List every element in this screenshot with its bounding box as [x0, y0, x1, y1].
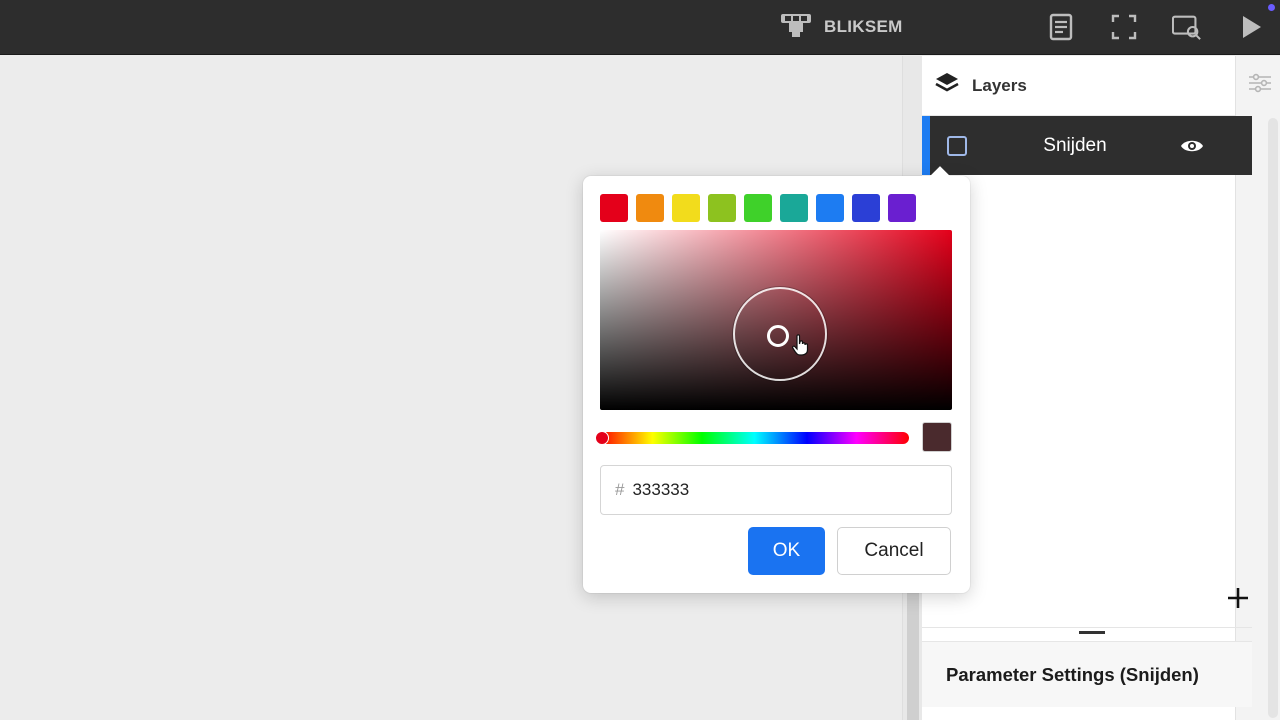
eye-icon[interactable] [1180, 137, 1204, 160]
filter-settings-icon[interactable] [1248, 72, 1272, 99]
hex-input[interactable] [632, 480, 933, 500]
top-toolbar: BLIKSEM [0, 0, 1280, 55]
preset-swatch-6[interactable] [780, 194, 808, 222]
layer-row-snijden[interactable]: Snijden [922, 116, 1252, 175]
brand-name: BLIKSEM [824, 17, 903, 36]
preset-swatch-3[interactable] [672, 194, 700, 222]
saturation-value-area[interactable] [600, 230, 952, 410]
preset-swatch-9[interactable] [888, 194, 916, 222]
add-layer-icon[interactable] [1226, 586, 1250, 610]
hex-hash-label: # [615, 480, 625, 499]
preset-swatch-7[interactable] [816, 194, 844, 222]
panel-separator [922, 627, 1252, 628]
parameter-settings-title: Parameter Settings (Snijden) [946, 663, 1199, 685]
scrollbar[interactable] [1268, 118, 1278, 718]
divider-handle[interactable] [907, 591, 919, 720]
notes-icon[interactable] [1046, 12, 1076, 42]
hand-pointer-icon [792, 334, 810, 361]
preset-swatch-2[interactable] [636, 194, 664, 222]
layers-title: Layers [972, 75, 1027, 95]
logo-icon [780, 12, 812, 43]
preset-swatch-1[interactable] [600, 194, 628, 222]
collapse-handle[interactable] [1079, 631, 1105, 634]
fullscreen-icon[interactable] [1109, 12, 1139, 42]
preset-swatch-4[interactable] [708, 194, 736, 222]
parameter-settings-header[interactable]: Parameter Settings (Snijden) [922, 641, 1252, 707]
layers-header: Layers [922, 56, 1235, 116]
color-picker-popup: # OK Cancel [583, 166, 970, 593]
preview-icon[interactable] [1172, 12, 1202, 42]
play-icon[interactable] [1236, 12, 1266, 42]
hex-field[interactable]: # [600, 465, 952, 515]
sv-picker-handle[interactable] [767, 325, 789, 347]
preset-swatch-5[interactable] [744, 194, 772, 222]
brand: BLIKSEM [780, 12, 903, 42]
cancel-button[interactable]: Cancel [837, 527, 951, 575]
layers-icon [934, 71, 960, 100]
preset-swatch-8[interactable] [852, 194, 880, 222]
layers-panel: Layers Snijden Parameter Settings (Snijd… [922, 56, 1280, 720]
ok-button[interactable]: OK [748, 527, 825, 575]
color-preview-swatch [922, 422, 952, 452]
hue-slider[interactable] [600, 432, 909, 444]
notification-dot [1268, 4, 1275, 11]
preset-swatches [600, 194, 916, 222]
hue-slider-thumb[interactable] [595, 431, 609, 445]
